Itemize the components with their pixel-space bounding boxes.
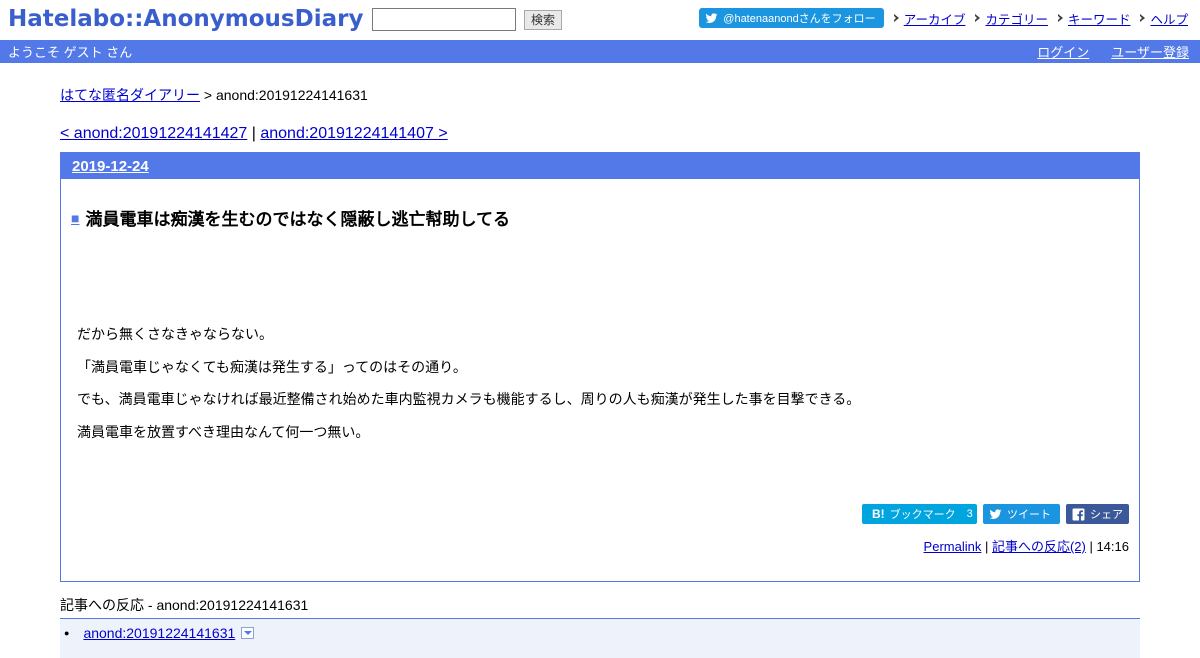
- nav-archive[interactable]: アーカイブ: [893, 9, 966, 28]
- reactions-list: ● anond:20191224141631: [60, 618, 1140, 658]
- nav-keyword[interactable]: キーワード: [1057, 9, 1131, 28]
- prev-next-nav: < anond:20191224141427 | anond:201912241…: [60, 125, 1140, 143]
- nav-keyword-label: キーワード: [1067, 12, 1131, 27]
- tweet-button[interactable]: ツイート: [983, 504, 1060, 524]
- entry-paragraph: だから無くさなきゃならない。: [77, 326, 273, 342]
- hatena-bookmark-count: 3: [966, 508, 973, 520]
- search-button[interactable]: 検索: [524, 9, 563, 30]
- share-buttons: B! ブックマーク 3 ツイート シェア: [862, 504, 1129, 524]
- main-content: はてな匿名ダイアリー > anond:20191224141631 < anon…: [60, 63, 1140, 658]
- entry-title-text: 満員電車は痴漢を生むのではなく隠蔽し逃亡幇助してる: [85, 210, 510, 229]
- site-header: Hatelabo::AnonymousDiary 検索 @hatenaanond…: [0, 0, 1200, 40]
- tweet-label: ツイート: [1007, 509, 1051, 521]
- header-nav: @hatenaanondさんをフォロー アーカイブ カテゴリー キーワード ヘル…: [699, 8, 1188, 28]
- reactions-link[interactable]: 記事への反応(2): [992, 539, 1086, 554]
- nav-category-label: カテゴリー: [985, 12, 1048, 27]
- entry-paragraph: 満員電車を放置すべき理由なんて何一つ無い。: [77, 423, 370, 440]
- footer-separator: |: [1085, 539, 1097, 554]
- nav-archive-label: アーカイブ: [903, 12, 966, 27]
- welcome-greeting: ようこそ ゲスト さん: [8, 45, 133, 60]
- welcome-bar: ようこそ ゲスト さん ログイン ユーザー登録: [0, 40, 1200, 63]
- breadcrumb: はてな匿名ダイアリー > anond:20191224141631: [60, 85, 1140, 105]
- permalink-link[interactable]: Permalink: [924, 539, 982, 554]
- hatena-bookmark-label: ブックマーク: [889, 509, 956, 521]
- entry-paragraph: でも、満員電車じゃなければ最近整備され始めた車内監視カメラも機能するし、周りの人…: [77, 391, 861, 407]
- facebook-icon: [1072, 508, 1085, 521]
- entry-paragraph: 「満員電車じゃなくても痴漢は発生する」ってのはその通り。: [77, 358, 467, 375]
- share-label: シェア: [1090, 509, 1123, 521]
- twitter-follow-button[interactable]: @hatenaanondさんをフォロー: [699, 8, 884, 28]
- account-links: ログイン ユーザー登録: [1037, 42, 1189, 61]
- arrow-right-icon: [1139, 13, 1147, 23]
- search-input[interactable]: [372, 8, 516, 31]
- next-entry-link[interactable]: anond:20191224141407 >: [260, 125, 447, 142]
- hatena-bookmark-button[interactable]: B! ブックマーク 3: [862, 504, 977, 524]
- twitter-bird-icon: [989, 508, 1002, 521]
- day-section: 2019-12-24 ■ 満員電車は痴漢を生むのではなく隠蔽し逃亡幇助してる だ…: [60, 152, 1140, 582]
- entry-title: ■ 満員電車は痴漢を生むのではなく隠蔽し逃亡幇助してる: [71, 205, 510, 230]
- day-header: 2019-12-24: [61, 153, 1139, 179]
- entry-title-marker[interactable]: ■: [71, 210, 79, 226]
- login-link[interactable]: ログイン: [1037, 42, 1089, 61]
- entry-time: 14:16: [1096, 539, 1129, 554]
- search-form: 検索: [372, 8, 563, 31]
- facebook-share-button[interactable]: シェア: [1066, 504, 1129, 524]
- reactions-title: 記事への反応 - anond:20191224141631: [60, 597, 309, 613]
- arrow-right-icon: [974, 13, 982, 23]
- arrow-right-icon: [1057, 13, 1065, 23]
- site-logo[interactable]: Hatelabo::AnonymousDiary: [8, 6, 363, 32]
- prevnext-separator: |: [247, 125, 261, 142]
- arrow-right-icon: [893, 13, 901, 23]
- hatena-bookmark-icon: B!: [872, 507, 885, 521]
- twitter-bird-icon: [705, 12, 718, 25]
- breadcrumb-separator: >: [200, 87, 216, 103]
- twitter-follow-label: @hatenaanondさんをフォロー: [723, 13, 876, 25]
- register-link[interactable]: ユーザー登録: [1111, 42, 1189, 61]
- breadcrumb-current: anond:20191224141631: [215, 87, 368, 103]
- prev-entry-link[interactable]: < anond:20191224141427: [60, 125, 247, 142]
- reaction-item: ● anond:20191224141631: [64, 625, 1140, 641]
- nav-category[interactable]: カテゴリー: [974, 9, 1048, 28]
- chevron-down-icon[interactable]: [241, 627, 255, 639]
- breadcrumb-home-link[interactable]: はてな匿名ダイアリー: [60, 87, 200, 103]
- entry-footer: Permalink | 記事への反応(2) | 14:16: [924, 536, 1129, 555]
- nav-help[interactable]: ヘルプ: [1139, 9, 1188, 28]
- day-date-link[interactable]: 2019-12-24: [72, 158, 149, 175]
- nav-help-label: ヘルプ: [1150, 12, 1188, 27]
- reaction-item-link[interactable]: anond:20191224141631: [83, 625, 235, 641]
- footer-separator: |: [981, 539, 992, 554]
- entry-body: だから無くさなきゃならない。 「満員電車じゃなくても痴漢は発生する」ってのはその…: [77, 325, 860, 455]
